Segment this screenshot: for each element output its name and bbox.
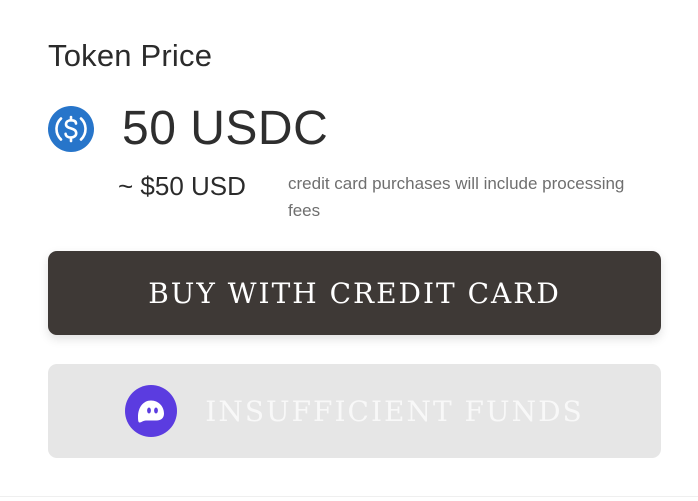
insufficient-funds-label: INSUFFICIENT FUNDS bbox=[205, 394, 584, 428]
usdc-icon bbox=[48, 106, 94, 152]
buy-with-credit-card-button[interactable]: BUY WITH CREDIT CARD bbox=[48, 251, 661, 335]
token-price-title: Token Price bbox=[48, 38, 213, 73]
usd-estimate: ~ $50 USD bbox=[118, 171, 246, 201]
insufficient-funds-button[interactable]: INSUFFICIENT FUNDS bbox=[48, 364, 661, 458]
bottom-divider bbox=[0, 496, 698, 497]
token-price-amount: 50 USDC bbox=[122, 102, 329, 155]
price-row: 50 USDC bbox=[48, 105, 328, 153]
phantom-wallet-icon bbox=[125, 385, 178, 437]
buy-with-credit-card-label: BUY WITH CREDIT CARD bbox=[148, 276, 561, 310]
token-price-panel: Token Price 50 USDC ~ $50 USD credit car… bbox=[0, 0, 698, 501]
processing-fee-note: credit card purchases will include proce… bbox=[288, 174, 625, 220]
